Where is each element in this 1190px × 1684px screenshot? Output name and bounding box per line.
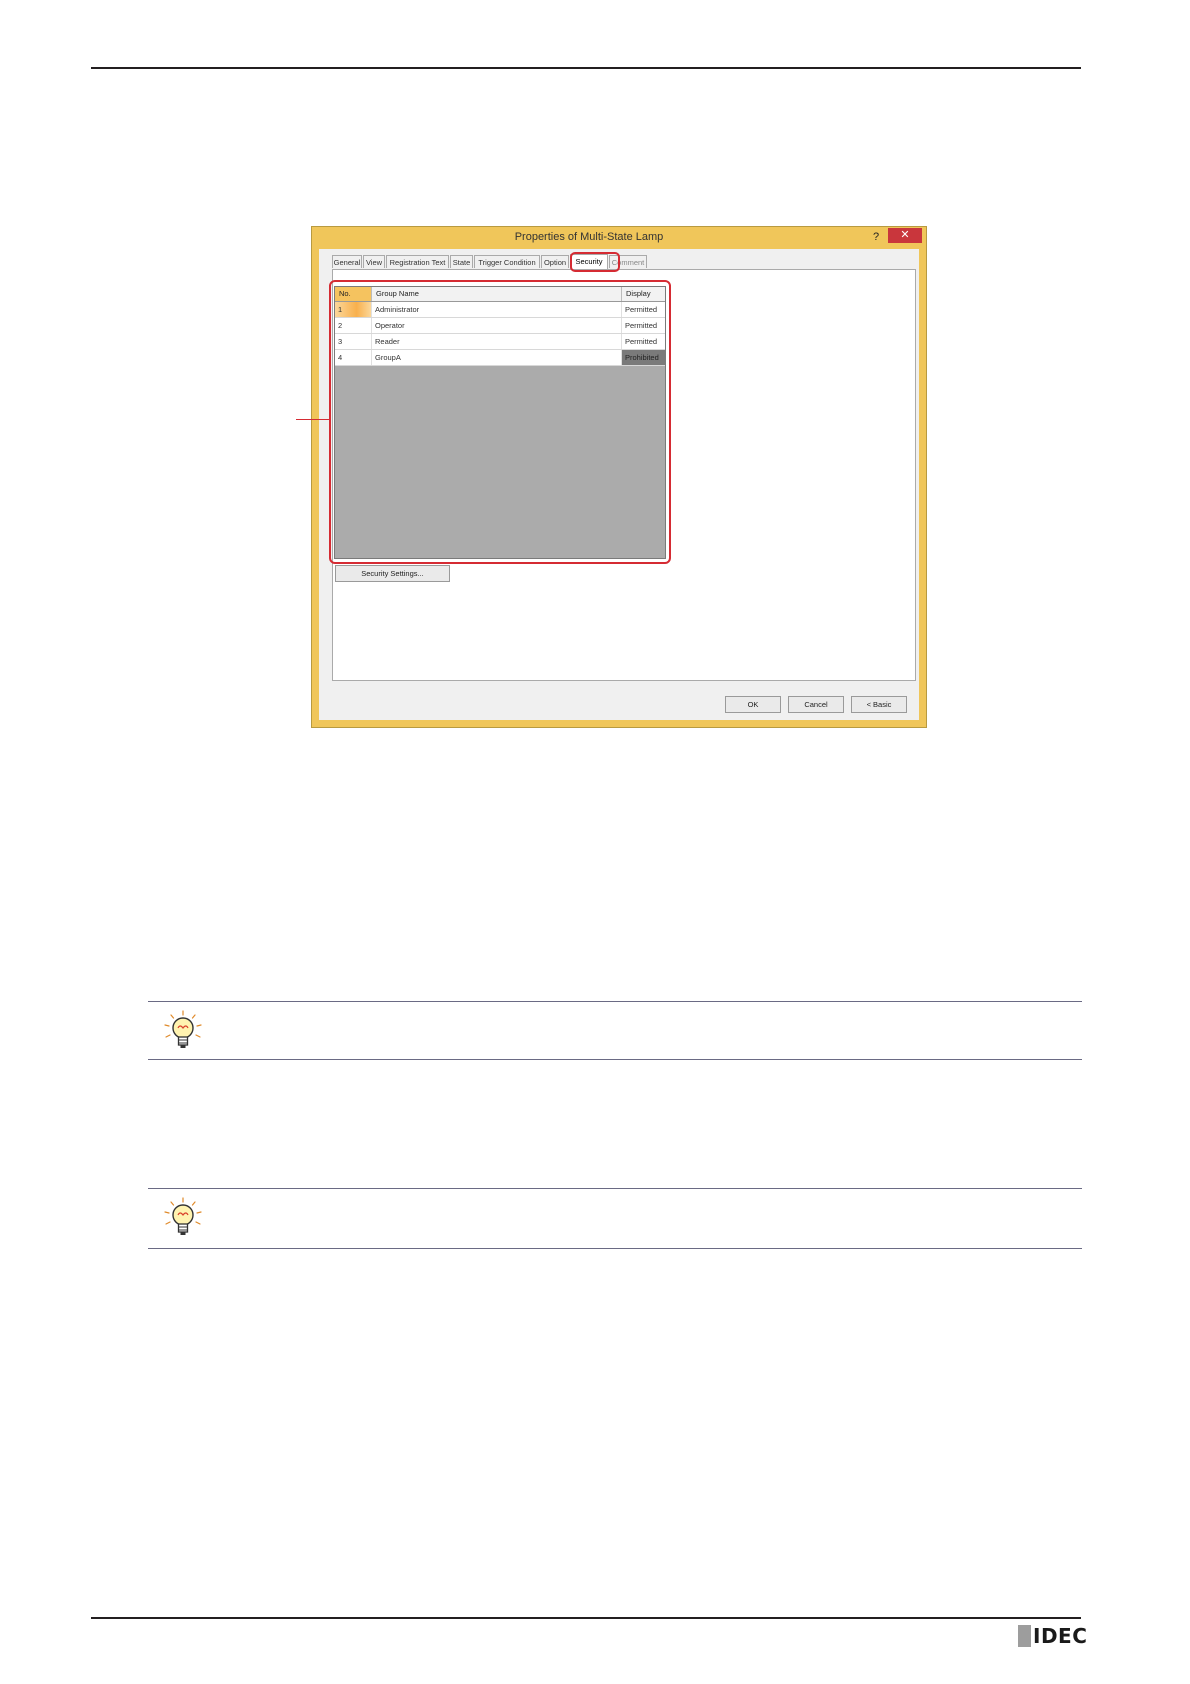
help-button[interactable]: ? (868, 229, 884, 245)
dialog-titlebar: Properties of Multi-State Lamp ? ✕ (312, 227, 926, 248)
dialog-title: Properties of Multi-State Lamp (514, 231, 664, 243)
security-tab-highlight (570, 252, 620, 272)
logo-text: IDEC (1033, 1624, 1088, 1648)
ok-button[interactable]: OK (725, 696, 781, 713)
tab-general[interactable]: General (332, 255, 362, 268)
tab-registration-text[interactable]: Registration Text (386, 255, 449, 268)
cancel-button[interactable]: Cancel (788, 696, 844, 713)
tab-state[interactable]: State (450, 255, 473, 268)
security-settings-button[interactable]: Security Settings... (335, 565, 450, 582)
hint-lightbulb-icon (162, 1009, 204, 1053)
header-rule (91, 67, 1081, 69)
tab-trigger-condition[interactable]: Trigger Condition (474, 255, 540, 268)
close-button[interactable]: ✕ (888, 228, 922, 243)
hint-lightbulb-icon (162, 1196, 204, 1240)
hint-top-rule (148, 1001, 1082, 1002)
logo-bar (1018, 1625, 1031, 1647)
footer-rule (91, 1617, 1081, 1619)
callout-leader-line (296, 419, 330, 420)
hint-bottom-rule (148, 1059, 1082, 1060)
tab-option[interactable]: Option (541, 255, 569, 268)
idec-logo: IDEC (1018, 1624, 1088, 1648)
grid-highlight (329, 280, 671, 564)
hint-bottom-rule (148, 1248, 1082, 1249)
tab-view[interactable]: View (363, 255, 385, 268)
hint-top-rule (148, 1188, 1082, 1189)
basic-button[interactable]: < Basic (851, 696, 907, 713)
